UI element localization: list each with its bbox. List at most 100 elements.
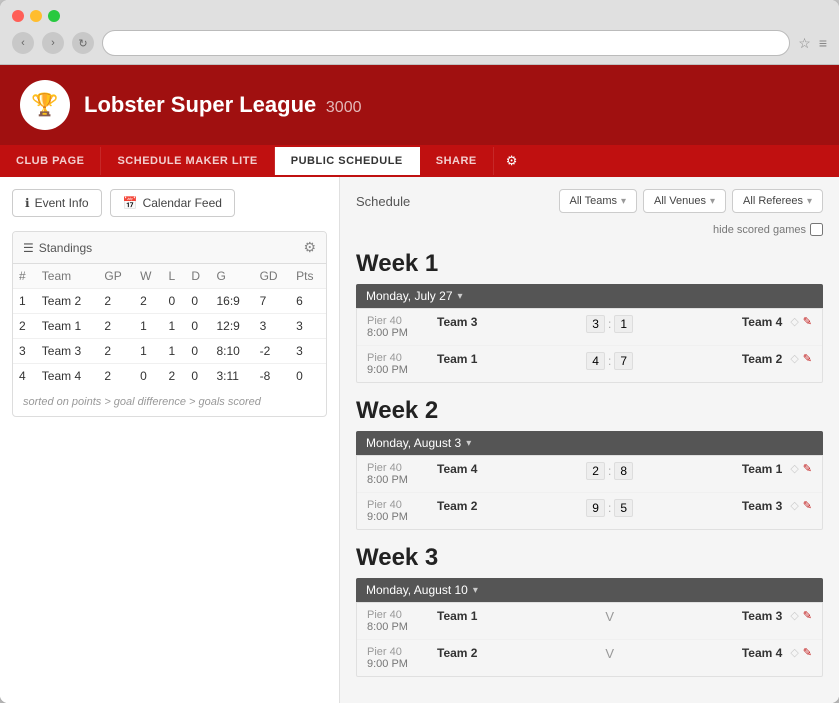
home-team-name: Team 1 xyxy=(437,609,575,623)
standings-settings-icon[interactable]: ⚙ xyxy=(303,239,316,256)
schedule-container: Week 1Monday, July 27 ▾ Pier 40 8:00 PM … xyxy=(356,250,823,677)
cell-w: 1 xyxy=(134,314,162,339)
home-team-name: Team 2 xyxy=(437,646,575,660)
standings-title-text: Standings xyxy=(39,241,92,255)
day-label: Monday, August 10 xyxy=(366,583,468,597)
score-vs: V xyxy=(605,609,614,624)
game-score: V xyxy=(575,646,645,661)
back-button[interactable]: ‹ xyxy=(12,32,34,54)
game-venue: Pier 40 xyxy=(367,315,437,327)
away-team-name: Team 3 xyxy=(645,609,783,623)
game-time: 9:00 PM xyxy=(367,511,437,523)
cell-w: 2 xyxy=(134,289,162,314)
diamond-icon[interactable]: ◇ xyxy=(790,462,798,475)
game-score: 3:1 xyxy=(575,315,645,333)
standings-table: # Team GP W L D G GD Pts xyxy=(13,264,326,388)
cell-gp: 2 xyxy=(98,314,134,339)
home-team-name: Team 3 xyxy=(437,315,575,329)
score-away: 5 xyxy=(614,499,633,517)
week-heading: Week 2 xyxy=(356,397,823,425)
league-name: Lobster Super League xyxy=(84,92,316,117)
action-buttons: ℹ Event Info 📅 Calendar Feed xyxy=(12,189,327,217)
cell-g: 3:11 xyxy=(211,364,254,389)
tab-club-page[interactable]: CLUB PAGE xyxy=(0,147,101,175)
cell-pts: 3 xyxy=(290,339,326,364)
refresh-button[interactable]: ↻ xyxy=(72,32,94,54)
cell-pts: 0 xyxy=(290,364,326,389)
cell-gp: 2 xyxy=(98,339,134,364)
minimize-dot[interactable] xyxy=(30,10,42,22)
cell-gd: 7 xyxy=(254,289,291,314)
cell-l: 1 xyxy=(163,339,186,364)
diamond-icon[interactable]: ◇ xyxy=(790,646,798,659)
game-row: Pier 40 9:00 PM Team 2 V Team 4 ◇ ✎ xyxy=(357,640,822,676)
tab-public-schedule[interactable]: PUBLIC SCHEDULE xyxy=(275,147,420,175)
edit-icon[interactable]: ✎ xyxy=(803,646,812,659)
league-header: 🏆 Lobster Super League 3000 xyxy=(0,65,839,145)
tab-share[interactable]: SHARE xyxy=(420,147,494,175)
forward-button[interactable]: › xyxy=(42,32,64,54)
cell-rank: 2 xyxy=(13,314,36,339)
game-venue-time: Pier 40 8:00 PM xyxy=(367,609,437,633)
standings-row: 1Team 2220016:976 xyxy=(13,289,326,314)
cell-rank: 1 xyxy=(13,289,36,314)
score-away: 8 xyxy=(614,462,633,480)
score-home: 4 xyxy=(586,352,605,370)
diamond-icon[interactable]: ◇ xyxy=(790,315,798,328)
standings-header-row: # Team GP W L D G GD Pts xyxy=(13,264,326,289)
week-heading: Week 3 xyxy=(356,544,823,572)
cell-l: 1 xyxy=(163,314,186,339)
edit-icon[interactable]: ✎ xyxy=(803,499,812,512)
tab-schedule-maker[interactable]: SCHEDULE MAKER LITE xyxy=(101,147,274,175)
diamond-icon[interactable]: ◇ xyxy=(790,499,798,512)
close-dot[interactable] xyxy=(12,10,24,22)
game-home: Team 3 xyxy=(437,315,575,329)
edit-icon[interactable]: ✎ xyxy=(803,352,812,365)
game-row: Pier 40 8:00 PM Team 1 V Team 3 ◇ ✎ xyxy=(357,603,822,640)
maximize-dot[interactable] xyxy=(48,10,60,22)
hide-scored-checkbox[interactable] xyxy=(810,223,823,236)
hide-scored-row: hide scored games xyxy=(356,223,823,236)
menu-icon[interactable]: ≡ xyxy=(819,35,827,51)
score-colon: : xyxy=(608,501,611,515)
all-teams-label: All Teams xyxy=(570,195,617,207)
game-time: 8:00 PM xyxy=(367,474,437,486)
col-gd: GD xyxy=(254,264,291,289)
all-venues-button[interactable]: All Venues ▾ xyxy=(643,189,726,213)
all-teams-button[interactable]: All Teams ▾ xyxy=(559,189,638,213)
standings-title: ☰ Standings xyxy=(23,241,92,255)
browser-dots xyxy=(12,10,827,22)
cell-w: 1 xyxy=(134,339,162,364)
cell-rank: 3 xyxy=(13,339,36,364)
game-row: Pier 40 8:00 PM Team 3 3:1 Team 4 ◇ ✎ xyxy=(357,309,822,346)
week-section: Week 1Monday, July 27 ▾ Pier 40 8:00 PM … xyxy=(356,250,823,383)
league-title-container: Lobster Super League 3000 xyxy=(84,92,362,118)
day-label: Monday, July 27 xyxy=(366,289,453,303)
diamond-icon[interactable]: ◇ xyxy=(790,609,798,622)
col-w: W xyxy=(134,264,162,289)
day-chevron: ▾ xyxy=(458,291,463,302)
edit-icon[interactable]: ✎ xyxy=(803,609,812,622)
cell-gd: -8 xyxy=(254,364,291,389)
away-team-name: Team 4 xyxy=(645,315,783,329)
calendar-feed-button[interactable]: 📅 Calendar Feed xyxy=(110,189,235,217)
score-vs: V xyxy=(605,646,614,661)
edit-icon[interactable]: ✎ xyxy=(803,462,812,475)
game-venue: Pier 40 xyxy=(367,646,437,658)
game-venue-time: Pier 40 9:00 PM xyxy=(367,352,437,376)
url-input[interactable] xyxy=(102,30,790,56)
event-info-button[interactable]: ℹ Event Info xyxy=(12,189,102,217)
game-block: Pier 40 8:00 PM Team 3 3:1 Team 4 ◇ ✎ Pi… xyxy=(356,308,823,383)
game-row: Pier 40 9:00 PM Team 2 9:5 Team 3 ◇ ✎ xyxy=(357,493,822,529)
day-chevron: ▾ xyxy=(473,585,478,596)
edit-icon[interactable]: ✎ xyxy=(803,315,812,328)
all-referees-button[interactable]: All Referees ▾ xyxy=(732,189,823,213)
col-rank: # xyxy=(13,264,36,289)
bookmark-icon[interactable]: ☆ xyxy=(798,35,811,52)
home-team-name: Team 1 xyxy=(437,352,575,366)
tab-settings[interactable]: ⚙ xyxy=(494,145,530,177)
standings-panel: ☰ Standings ⚙ # Team GP W L xyxy=(12,231,327,417)
diamond-icon[interactable]: ◇ xyxy=(790,352,798,365)
col-l: L xyxy=(163,264,186,289)
all-teams-chevron: ▾ xyxy=(621,196,626,207)
